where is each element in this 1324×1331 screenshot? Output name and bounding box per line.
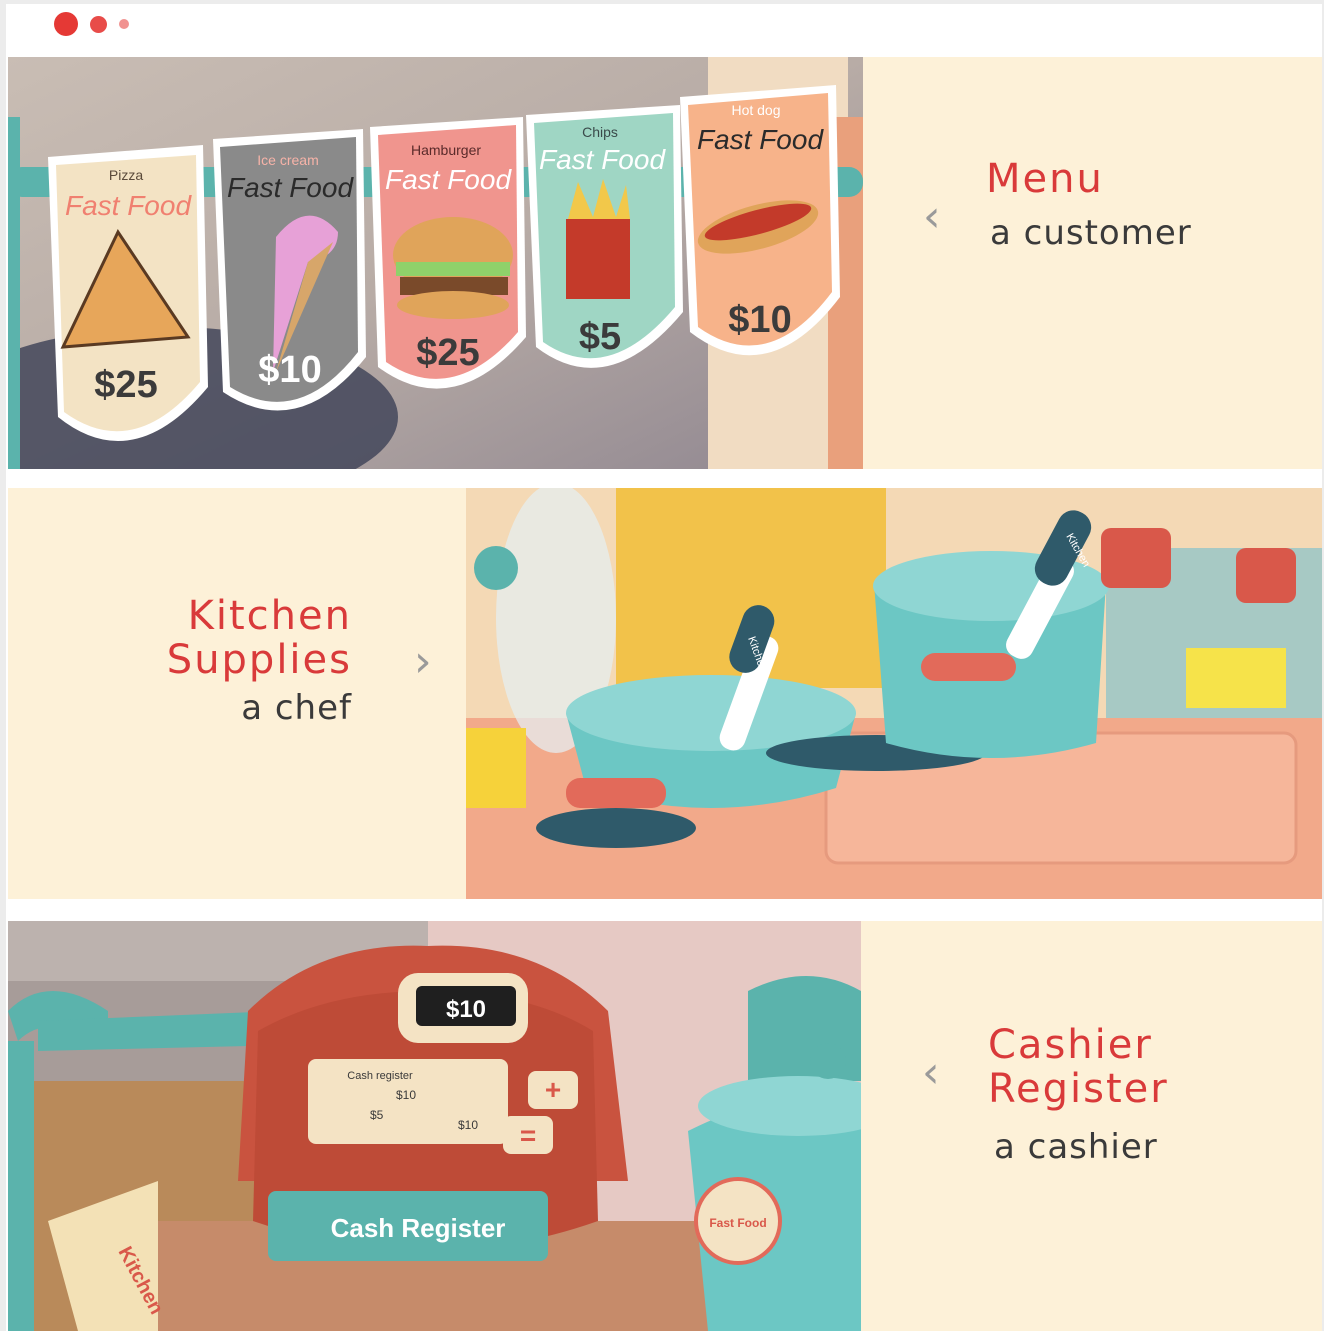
menu-panel: Pizza Fast Food $25 Ice cream Fast Food … (8, 57, 1322, 469)
kitchen-supplies-photo: Kitchen Kitchen (466, 488, 1322, 899)
kitchen-supplies-title-line-2: Supplies (166, 637, 352, 683)
menu-card-4-price: $5 (579, 316, 621, 358)
cashier-register-title-line-2: Register (988, 1066, 1169, 1112)
menu-photo: Pizza Fast Food $25 Ice cream Fast Food … (8, 57, 863, 469)
cashier-register-title-line-1: Cashier (988, 1022, 1153, 1068)
register-card-heading: Cash register (347, 1070, 413, 1082)
cashier-register-panel: $10 Cash register $10 $5 $10 + = Cash Re… (8, 921, 1322, 1331)
kitchen-supplies-subtitle: a chef (241, 688, 352, 728)
register-label: Cash Register (331, 1213, 506, 1243)
register-equals-key: = (520, 1120, 536, 1151)
register-plus-key: + (545, 1074, 561, 1105)
cashier-register-subtitle: a cashier (994, 1127, 1158, 1167)
menu-card-3-heading: Fast Food (385, 164, 512, 195)
fast-food-badge: Fast Food (709, 1216, 766, 1230)
chevron-left-icon[interactable]: ‹ (923, 195, 941, 239)
register-card-price-3: $10 (458, 1118, 478, 1132)
menu-card-2-heading: Fast Food (227, 172, 354, 203)
kitchen-supplies-title-line-1: Kitchen (187, 593, 352, 639)
chevron-left-icon[interactable]: ‹ (922, 1051, 940, 1095)
menu-card-5-category: Hot dog (731, 102, 780, 118)
menu-card-4-category: Chips (582, 124, 618, 140)
menu-card-3-price: $25 (416, 332, 479, 374)
register-display-amount: $10 (446, 996, 486, 1023)
kitchen-supplies-caption: Kitchen Supplies a chef (118, 594, 352, 730)
chevron-right-icon[interactable]: › (414, 640, 432, 684)
carousel-dot-1[interactable] (54, 12, 78, 36)
menu-caption: Menu a customer (986, 157, 1192, 255)
menu-card-2-category: Ice cream (257, 152, 318, 168)
carousel-dot-2[interactable] (90, 16, 107, 33)
menu-subtitle: a customer (990, 213, 1192, 253)
carousel-dot-3[interactable] (119, 19, 129, 29)
register-card-price-1: $10 (396, 1088, 416, 1102)
menu-card-5-price: $10 (728, 299, 791, 341)
menu-card-1-category: Pizza (109, 167, 143, 183)
cashier-register-photo: $10 Cash register $10 $5 $10 + = Cash Re… (8, 921, 861, 1331)
menu-card-5-heading: Fast Food (697, 124, 824, 155)
kitchen-supplies-panel: Kitchen Supplies a chef › Kitchen Kitche… (8, 488, 1322, 899)
cashier-register-caption: Cashier Register a cashier (988, 1023, 1169, 1169)
menu-card-1-heading: Fast Food (65, 190, 192, 221)
menu-card-2-price: $10 (258, 349, 321, 391)
register-card-price-2: $5 (370, 1108, 384, 1122)
menu-card-3-category: Hamburger (411, 142, 481, 158)
menu-title: Menu (986, 156, 1104, 202)
menu-card-4-heading: Fast Food (539, 144, 666, 175)
menu-card-1-price: $25 (94, 364, 157, 406)
